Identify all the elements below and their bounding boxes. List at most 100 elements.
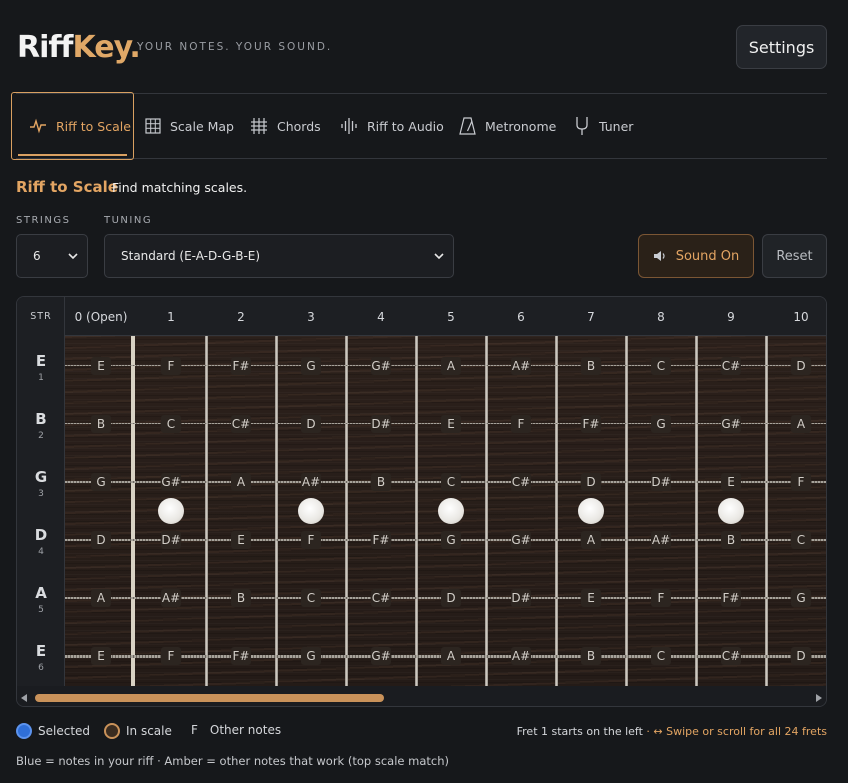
- fret-note[interactable]: B: [371, 473, 391, 491]
- fret-note[interactable]: E: [91, 357, 111, 375]
- tuning-select[interactable]: Standard (E-A-D-G-B-E): [104, 234, 454, 278]
- tab-riff-to-scale[interactable]: Riff to Scale: [11, 92, 134, 160]
- fret-note[interactable]: C: [301, 589, 321, 607]
- fret-note[interactable]: F#: [581, 415, 601, 433]
- fret-note[interactable]: D: [441, 589, 461, 607]
- fret-note[interactable]: A: [441, 647, 461, 665]
- fret-note[interactable]: F: [651, 589, 671, 607]
- fret-note[interactable]: C: [651, 357, 671, 375]
- fret-note[interactable]: D#: [371, 415, 391, 433]
- fret-note[interactable]: F#: [231, 357, 251, 375]
- scroll-left-arrow-icon[interactable]: [21, 694, 27, 702]
- fret-note[interactable]: D: [581, 473, 601, 491]
- tab-riff-to-audio[interactable]: Riff to Audio: [340, 92, 444, 160]
- fret-note[interactable]: A#: [651, 531, 671, 549]
- fret-note[interactable]: C: [161, 415, 181, 433]
- string-number: 1: [38, 373, 44, 383]
- fret-note[interactable]: G#: [371, 357, 391, 375]
- fret-note[interactable]: C#: [511, 473, 531, 491]
- fret-note[interactable]: C#: [721, 647, 741, 665]
- fret-note[interactable]: D: [791, 647, 811, 665]
- strings-select[interactable]: 6: [16, 234, 88, 278]
- fret-note[interactable]: D: [791, 357, 811, 375]
- chord-grid-icon: [251, 118, 267, 134]
- fret-note[interactable]: E: [441, 415, 461, 433]
- fret-note[interactable]: B: [581, 357, 601, 375]
- metronome-icon: [459, 117, 476, 135]
- reset-button[interactable]: Reset: [762, 234, 827, 278]
- fret-note[interactable]: D#: [161, 531, 181, 549]
- fret-hint: Fret 1 starts on the left · ↔ Swipe or s…: [517, 725, 827, 738]
- settings-button[interactable]: Settings: [736, 25, 827, 69]
- fret-note[interactable]: E: [91, 647, 111, 665]
- fret-note[interactable]: E: [581, 589, 601, 607]
- fret-note[interactable]: G#: [371, 647, 391, 665]
- fret-note[interactable]: D: [91, 531, 111, 549]
- fret-note[interactable]: A: [791, 415, 811, 433]
- fret-note[interactable]: C#: [721, 357, 741, 375]
- fret-note[interactable]: G: [91, 473, 111, 491]
- fret-wire: [345, 336, 348, 686]
- grid-icon: [145, 118, 161, 134]
- fret-note[interactable]: G: [441, 531, 461, 549]
- fret-note[interactable]: F: [791, 473, 811, 491]
- fret-number: 5: [447, 310, 455, 324]
- fret-note[interactable]: A: [441, 357, 461, 375]
- scrollbar-thumb[interactable]: [35, 694, 384, 702]
- fret-note[interactable]: D: [301, 415, 321, 433]
- string-name: E: [35, 352, 47, 370]
- fret-note[interactable]: F: [511, 415, 531, 433]
- fret-note[interactable]: A#: [161, 589, 181, 607]
- fret-note[interactable]: A#: [511, 647, 531, 665]
- fretboard[interactable]: E F F# G G# A A# B C C# D B C C# D D# E F F# G G# A G G# A A# B C C#…: [65, 336, 826, 686]
- fret-note[interactable]: C: [441, 473, 461, 491]
- fret-note[interactable]: C#: [371, 589, 391, 607]
- tab-scale-map[interactable]: Scale Map: [145, 92, 234, 160]
- fret-note[interactable]: B: [581, 647, 601, 665]
- legend-label: Selected: [38, 724, 91, 738]
- fret-number: 2: [237, 310, 245, 324]
- fret-note[interactable]: B: [721, 531, 741, 549]
- tab-metronome[interactable]: Metronome: [459, 92, 556, 160]
- tab-tuner[interactable]: Tuner: [574, 92, 633, 160]
- fret-note[interactable]: G: [301, 357, 321, 375]
- fret-note[interactable]: G: [791, 589, 811, 607]
- fret-inlay: [298, 498, 324, 524]
- fret-note[interactable]: C: [651, 647, 671, 665]
- fret-note[interactable]: D#: [511, 589, 531, 607]
- tab-chords[interactable]: Chords: [250, 92, 321, 160]
- scroll-right-arrow-icon[interactable]: [816, 694, 822, 702]
- fret-note[interactable]: F#: [231, 647, 251, 665]
- tab-label: Riff to Scale: [56, 118, 131, 134]
- fret-note[interactable]: A#: [301, 473, 321, 491]
- legend-other: F Other notes: [191, 723, 281, 737]
- fret-note[interactable]: A: [581, 531, 601, 549]
- fret-note[interactable]: A#: [511, 357, 531, 375]
- legend-selected: Selected: [16, 723, 90, 739]
- sound-toggle-button[interactable]: Sound On: [638, 234, 754, 278]
- fret-note[interactable]: G#: [161, 473, 181, 491]
- fret-note[interactable]: A: [231, 473, 251, 491]
- fret-note[interactable]: F#: [721, 589, 741, 607]
- fret-note[interactable]: F: [161, 357, 181, 375]
- fret-number: 6: [517, 310, 525, 324]
- fret-note[interactable]: A: [91, 589, 111, 607]
- fret-note[interactable]: D#: [651, 473, 671, 491]
- fret-note[interactable]: B: [231, 589, 251, 607]
- fret-note[interactable]: F#: [371, 531, 391, 549]
- fret-note[interactable]: B: [91, 415, 111, 433]
- fret-note[interactable]: G#: [511, 531, 531, 549]
- fret-note[interactable]: E: [721, 473, 741, 491]
- fret-note[interactable]: C#: [231, 415, 251, 433]
- fret-note[interactable]: G#: [721, 415, 741, 433]
- fret-note[interactable]: G: [301, 647, 321, 665]
- fret-note[interactable]: F: [301, 531, 321, 549]
- tab-label: Scale Map: [170, 118, 234, 134]
- fret-wire: [275, 336, 278, 686]
- fret-note[interactable]: E: [231, 531, 251, 549]
- in-scale-dot-icon: [104, 723, 120, 739]
- fret-note[interactable]: G: [651, 415, 671, 433]
- string-number: 2: [38, 431, 44, 441]
- fret-note[interactable]: C: [791, 531, 811, 549]
- fret-note[interactable]: F: [161, 647, 181, 665]
